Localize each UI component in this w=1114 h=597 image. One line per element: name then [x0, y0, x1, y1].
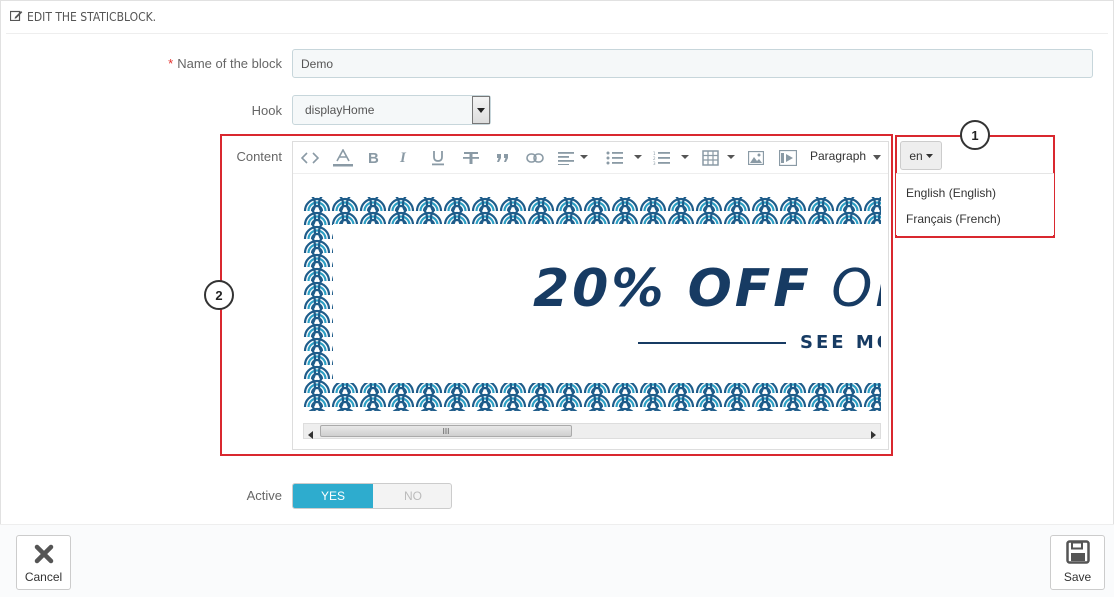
chevron-down-icon[interactable]	[472, 96, 490, 124]
language-option-french[interactable]: Français (French)	[906, 212, 1001, 226]
page-title: EDIT THE STATICBLOCK.	[27, 9, 157, 24]
name-input[interactable]: Demo	[292, 49, 1093, 78]
required-marker: *	[168, 56, 174, 71]
language-option-english[interactable]: English (English)	[906, 186, 996, 200]
save-button[interactable]: Save	[1050, 535, 1105, 590]
panel-footer	[0, 524, 1114, 597]
close-icon	[34, 544, 54, 567]
cancel-label: Cancel	[24, 570, 63, 584]
callout-two: 2	[204, 280, 234, 310]
active-no-option[interactable]: NO	[373, 484, 451, 508]
save-label: Save	[1063, 570, 1092, 584]
content-highlight-box	[220, 134, 893, 456]
hook-label: Hook	[251, 103, 282, 118]
name-label: * Name of the block	[168, 56, 282, 71]
active-yes-option[interactable]: YES	[293, 484, 373, 508]
edit-icon	[9, 9, 23, 24]
language-menu: English (English) Français (French)	[896, 173, 1054, 235]
language-current: en	[909, 148, 923, 163]
caret-down-icon	[925, 153, 933, 158]
save-icon	[1065, 540, 1090, 567]
cancel-button[interactable]: Cancel	[16, 535, 71, 590]
panel-heading: EDIT THE STATICBLOCK.	[6, 0, 1108, 34]
hook-select[interactable]: displayHome	[292, 95, 491, 125]
callout-one: 1	[960, 120, 990, 150]
active-toggle[interactable]: YES NO	[292, 483, 452, 509]
active-label: Active	[246, 488, 282, 503]
language-dropdown-button[interactable]: en	[900, 141, 942, 170]
hook-select-value: displayHome	[305, 103, 375, 117]
